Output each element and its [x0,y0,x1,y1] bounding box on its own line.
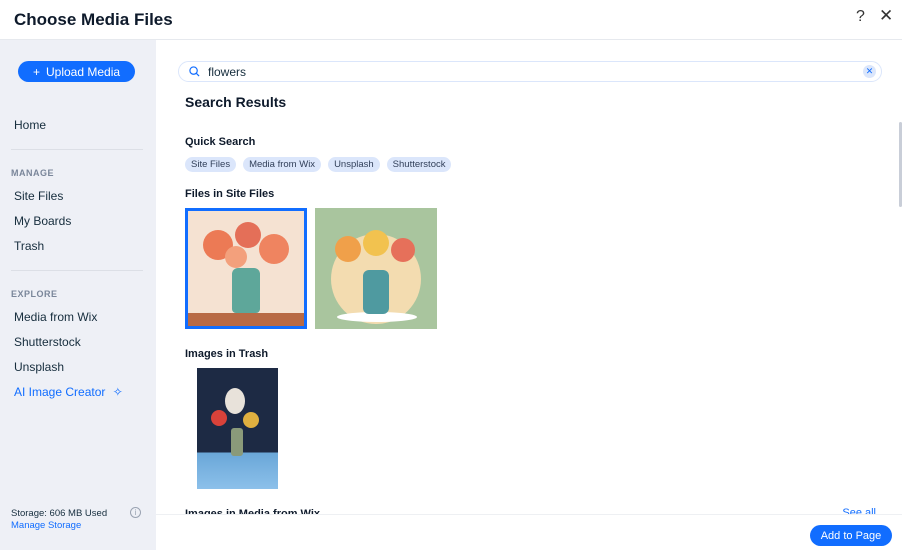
sidebar: + Upload Media Home MANAGE Site Files My … [0,40,156,550]
quick-search-title: Quick Search [185,136,256,148]
site-files-title: Files in Site Files [185,188,275,200]
sidebar-item-shutterstock[interactable]: Shutterstock [14,335,81,349]
divider [11,149,143,150]
add-to-page-button[interactable]: Add to Page [810,525,892,546]
upload-media-button[interactable]: + Upload Media [18,61,135,82]
sidebar-item-unsplash[interactable]: Unsplash [14,360,64,374]
image-thumbnail-trash-flowers[interactable] [197,368,278,489]
chip-shutterstock[interactable]: Shutterstock [386,157,452,172]
dialog-title: Choose Media Files [14,10,173,29]
sidebar-item-trash[interactable]: Trash [14,239,44,253]
clear-search-icon[interactable]: ✕ [863,65,876,78]
footer: Add to Page [156,514,902,550]
info-icon[interactable]: i [130,507,141,518]
explore-section-title: EXPLORE [11,289,58,299]
search-input[interactable]: flowers ✕ [178,61,882,82]
sidebar-item-media-from-wix[interactable]: Media from Wix [14,310,97,324]
divider [11,270,143,271]
sidebar-item-home[interactable]: Home [14,118,46,132]
sparkle-icon: ✧ [112,385,123,399]
main-content: flowers ✕ Search Results Quick Search Si… [156,40,902,550]
trash-title: Images in Trash [185,348,269,360]
sidebar-item-site-files[interactable]: Site Files [14,189,63,203]
chip-unsplash[interactable]: Unsplash [328,157,380,172]
search-icon [189,66,200,77]
sidebar-item-my-boards[interactable]: My Boards [14,214,71,228]
close-icon[interactable]: ✕ [879,6,893,26]
dialog-header: Choose Media Files ? ✕ [0,0,902,40]
manage-section-title: MANAGE [11,168,54,178]
search-results-title: Search Results [185,94,287,110]
storage-usage: Storage: 606 MB Used [11,508,108,519]
plus-icon: + [32,64,40,79]
image-thumbnail-flowers-1[interactable] [185,208,307,329]
chip-media-from-wix[interactable]: Media from Wix [243,157,322,172]
sidebar-item-ai-image-creator[interactable]: AI Image Creator ✧ [14,385,123,399]
question-icon[interactable]: ? [856,8,865,26]
manage-storage-link[interactable]: Manage Storage [11,520,81,531]
image-thumbnail-flowers-2[interactable] [315,208,437,329]
chip-site-files[interactable]: Site Files [185,157,237,172]
